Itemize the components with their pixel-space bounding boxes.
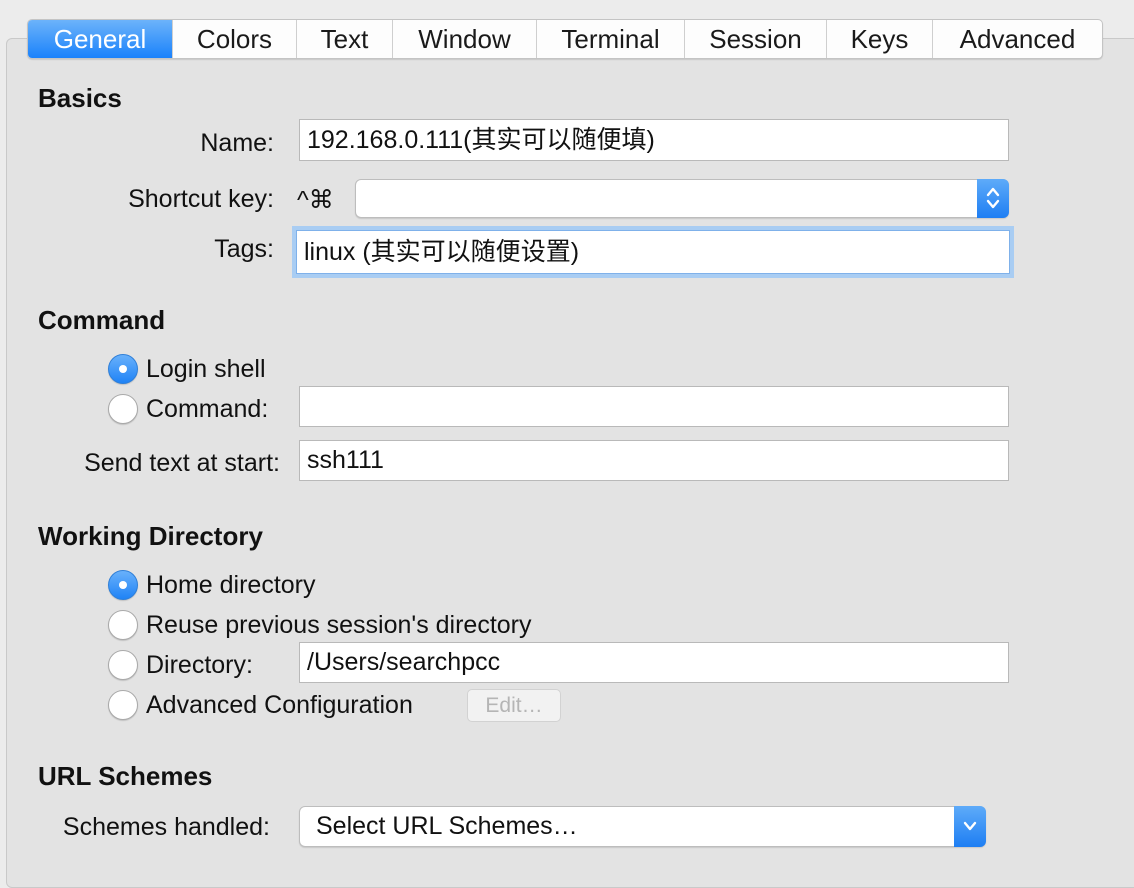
login-shell-radio[interactable] bbox=[108, 354, 138, 384]
name-field[interactable]: 192.168.0.111(其实可以随便填) bbox=[299, 119, 1009, 161]
tab-general[interactable]: General bbox=[28, 20, 172, 58]
reuse-directory-label: Reuse previous session's directory bbox=[146, 611, 532, 639]
tags-label: Tags: bbox=[214, 235, 274, 263]
tab-colors[interactable]: Colors bbox=[172, 20, 296, 58]
tab-keys[interactable]: Keys bbox=[826, 20, 932, 58]
schemes-handled-label: Schemes handled: bbox=[62, 813, 270, 841]
send-text-label: Send text at start: bbox=[84, 449, 280, 477]
home-directory-radio[interactable] bbox=[108, 570, 138, 600]
chevron-down-icon[interactable] bbox=[954, 806, 986, 847]
tab-session[interactable]: Session bbox=[684, 20, 826, 58]
edit-button[interactable]: Edit… bbox=[467, 689, 561, 722]
url-schemes-value: Select URL Schemes… bbox=[316, 812, 578, 840]
directory-field[interactable]: /Users/searchpcc bbox=[299, 642, 1009, 683]
url-schemes-heading: URL Schemes bbox=[38, 761, 213, 791]
url-schemes-popup[interactable]: Select URL Schemes… bbox=[299, 806, 986, 847]
tab-bar: General Colors Text Window Terminal Sess… bbox=[27, 19, 1103, 59]
shortcut-key-popup[interactable] bbox=[355, 179, 1009, 218]
shortcut-modifier-keys: ^⌘ bbox=[297, 186, 334, 214]
directory-label: Directory: bbox=[146, 651, 253, 679]
command-radio[interactable] bbox=[108, 394, 138, 424]
basics-heading: Basics bbox=[38, 83, 122, 113]
working-directory-heading: Working Directory bbox=[38, 521, 263, 551]
login-shell-label: Login shell bbox=[146, 355, 266, 383]
home-directory-label: Home directory bbox=[146, 571, 316, 599]
advanced-configuration-radio[interactable] bbox=[108, 690, 138, 720]
send-text-field[interactable]: ssh111 bbox=[299, 440, 1009, 481]
tab-advanced[interactable]: Advanced bbox=[932, 20, 1102, 58]
tab-text[interactable]: Text bbox=[296, 20, 392, 58]
command-field[interactable] bbox=[299, 386, 1009, 427]
tab-terminal[interactable]: Terminal bbox=[536, 20, 684, 58]
directory-radio[interactable] bbox=[108, 650, 138, 680]
command-label: Command: bbox=[146, 395, 269, 423]
tags-field[interactable]: linux (其实可以随便设置) bbox=[296, 230, 1010, 274]
up-down-chevron-icon[interactable] bbox=[977, 179, 1009, 218]
command-heading: Command bbox=[38, 305, 166, 335]
advanced-configuration-label: Advanced Configuration bbox=[146, 691, 413, 719]
shortcut-key-value bbox=[356, 184, 366, 212]
shortcut-key-label: Shortcut key: bbox=[128, 185, 274, 213]
tab-window[interactable]: Window bbox=[392, 20, 536, 58]
reuse-directory-radio[interactable] bbox=[108, 610, 138, 640]
name-label: Name: bbox=[200, 129, 274, 157]
